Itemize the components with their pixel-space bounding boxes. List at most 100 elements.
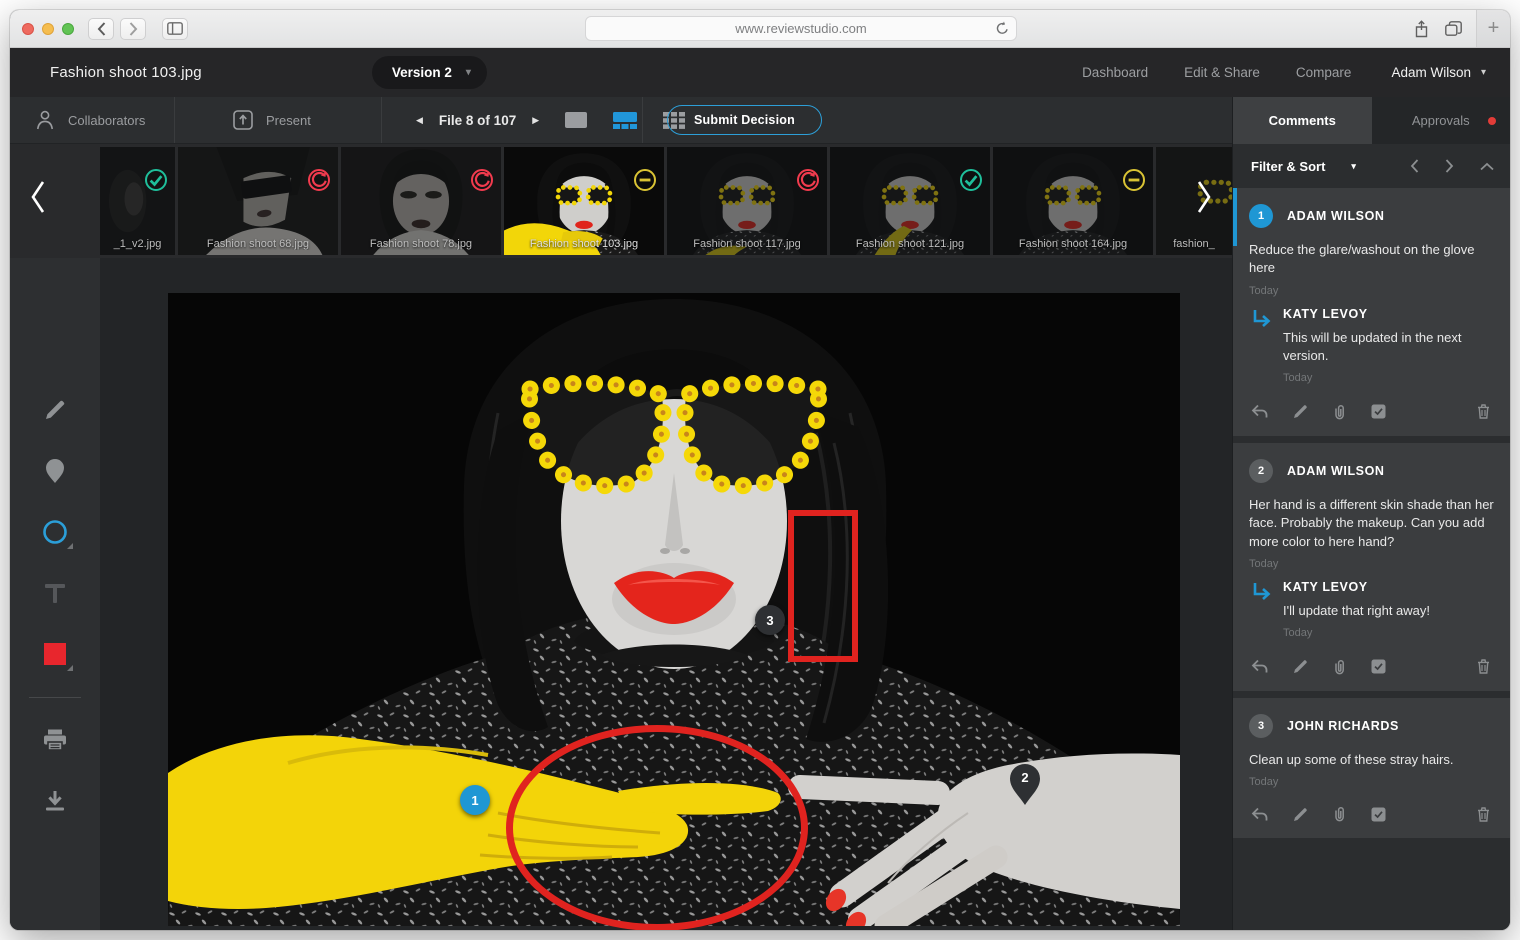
reply-button[interactable] — [1249, 657, 1270, 676]
thumbnail-fashion-shoot-103-selected[interactable]: Fashion shoot 103.jpg — [504, 147, 664, 255]
submit-decision-button[interactable]: Submit Decision — [667, 105, 822, 135]
reply-timestamp: Today — [1283, 627, 1430, 639]
comment-card-3[interactable]: 3 JOHN RICHARDS Clean up some of these s… — [1233, 698, 1510, 838]
comment-card-1[interactable]: 1 ADAM WILSON Reduce the glare/washout o… — [1233, 188, 1510, 436]
annotation-circle[interactable] — [506, 725, 808, 930]
attach-button[interactable] — [1331, 402, 1348, 422]
thumbnail-label: Fashion shoot 103.jpg — [504, 238, 664, 250]
resolve-checkbox-button[interactable] — [1369, 402, 1388, 421]
nav-edit-share[interactable]: Edit & Share — [1184, 65, 1260, 80]
filter-sort-dropdown[interactable]: Filter & Sort ▾ — [1251, 159, 1356, 174]
filmstrip: _1_v2.jpg Fashion shoot 68.jpg — [10, 144, 1232, 258]
status-request-changes-icon[interactable] — [308, 169, 330, 191]
reply-button[interactable] — [1249, 805, 1270, 824]
attach-button[interactable] — [1331, 804, 1348, 824]
comment-number-badge: 3 — [1249, 714, 1273, 738]
prev-comment-button[interactable] — [1408, 157, 1421, 175]
thumbnail-fashion-shoot-164[interactable]: Fashion shoot 164.jpg — [993, 147, 1153, 255]
browser-forward-button[interactable] — [120, 18, 146, 40]
thumbnail-fashion-shoot-68[interactable]: Fashion shoot 68.jpg — [178, 147, 338, 255]
tools-divider — [29, 697, 81, 698]
sidebar-toggle-button[interactable] — [162, 18, 188, 40]
status-request-changes-icon[interactable] — [471, 169, 493, 191]
reply-branch-icon — [1251, 581, 1273, 603]
comment-actions — [1249, 396, 1494, 428]
circle-icon — [42, 519, 68, 545]
download-icon — [43, 789, 67, 813]
comment-timestamp: Today — [1249, 776, 1494, 788]
comment-pin-1[interactable]: 1 — [460, 785, 490, 815]
thumbnail-fashion-shoot-117[interactable]: Fashion shoot 117.jpg — [667, 147, 827, 255]
review-canvas[interactable]: 1 3 2 — [100, 258, 1232, 930]
edit-button[interactable] — [1291, 805, 1310, 824]
tab-overview-button[interactable] — [1440, 18, 1466, 40]
delete-button[interactable] — [1475, 657, 1492, 676]
pin-tool-button[interactable] — [33, 449, 77, 493]
thumbnail-fashion-shoot-121[interactable]: Fashion shoot 121.jpg — [830, 147, 990, 255]
reply-button[interactable] — [1249, 402, 1270, 421]
reply-author: KATY LEVOY — [1283, 580, 1430, 594]
chevron-down-icon: ▾ — [1481, 67, 1486, 78]
new-tab-button[interactable]: + — [1476, 10, 1510, 47]
comment-pin-3[interactable]: 3 — [755, 605, 785, 635]
download-button[interactable] — [33, 779, 77, 823]
comment-pin-2[interactable]: 2 — [1009, 763, 1041, 807]
address-bar[interactable]: www.reviewstudio.com — [585, 16, 1017, 41]
attach-button[interactable] — [1331, 657, 1348, 677]
print-button[interactable] — [33, 718, 77, 762]
resolve-checkbox-button[interactable] — [1369, 805, 1388, 824]
status-approved-icon[interactable] — [960, 169, 982, 191]
status-on-hold-icon[interactable] — [634, 169, 656, 191]
status-approved-icon[interactable] — [145, 169, 167, 191]
status-request-changes-icon[interactable] — [797, 169, 819, 191]
reply-author: KATY LEVOY — [1283, 307, 1494, 321]
filmstrip-next-button[interactable] — [1192, 176, 1216, 218]
comment-timestamp: Today — [1249, 285, 1494, 297]
status-on-hold-icon[interactable] — [1123, 169, 1145, 191]
view-filmstrip-button[interactable] — [609, 108, 641, 133]
delete-button[interactable] — [1475, 402, 1492, 421]
panel-tabs: Comments Approvals — [1233, 97, 1510, 144]
user-menu[interactable]: Adam Wilson ▾ — [1391, 65, 1486, 80]
present-button[interactable]: Present — [175, 97, 382, 143]
view-single-button[interactable] — [561, 108, 591, 132]
comment-number-badge: 2 — [1249, 459, 1273, 483]
edit-button[interactable] — [1291, 657, 1310, 676]
delete-button[interactable] — [1475, 805, 1492, 824]
version-selector[interactable]: Version 2 ▾ — [372, 56, 487, 89]
share-button[interactable] — [1408, 18, 1434, 40]
filmstrip-prev-button[interactable] — [26, 176, 50, 218]
resolve-checkbox-button[interactable] — [1369, 657, 1388, 676]
comment-card-2[interactable]: 2 ADAM WILSON Her hand is a different sk… — [1233, 443, 1510, 691]
collaborators-button[interactable]: Collaborators — [10, 97, 175, 143]
ellipse-tool-button[interactable] — [33, 510, 77, 554]
reload-icon[interactable] — [996, 21, 1009, 36]
comment-reply: KATY LEVOY This will be updated in the n… — [1251, 307, 1494, 394]
close-window-button[interactable] — [22, 23, 34, 35]
pencil-icon — [1293, 807, 1308, 822]
next-comment-button[interactable] — [1443, 157, 1456, 175]
rectangle-tool-button[interactable] — [33, 632, 77, 676]
nav-compare[interactable]: Compare — [1296, 65, 1352, 80]
nav-dashboard[interactable]: Dashboard — [1082, 65, 1148, 80]
next-file-button[interactable]: ▶ — [528, 111, 543, 130]
review-image[interactable]: 1 3 2 — [168, 293, 1180, 926]
thumbnail-label: Fashion shoot 121.jpg — [830, 238, 990, 250]
zoom-window-button[interactable] — [62, 23, 74, 35]
thumbnail-fashion-shoot-78[interactable]: Fashion shoot 78.jpg — [341, 147, 501, 255]
checkbox-icon — [1371, 404, 1386, 419]
prev-file-button[interactable]: ◀ — [412, 111, 427, 130]
minimize-window-button[interactable] — [42, 23, 54, 35]
text-tool-button[interactable] — [33, 571, 77, 615]
thumbnail-1-v2[interactable]: _1_v2.jpg — [100, 147, 175, 255]
tab-approvals[interactable]: Approvals — [1372, 97, 1511, 144]
reply-text: This will be updated in the next version… — [1283, 329, 1494, 366]
collapse-panel-button[interactable] — [1478, 157, 1496, 175]
draw-tool-button[interactable] — [33, 388, 77, 432]
printer-icon — [43, 729, 67, 751]
browser-back-button[interactable] — [88, 18, 114, 40]
square-icon — [42, 641, 68, 667]
edit-button[interactable] — [1291, 402, 1310, 421]
annotation-rectangle[interactable] — [788, 510, 858, 662]
tab-comments[interactable]: Comments — [1233, 97, 1372, 144]
